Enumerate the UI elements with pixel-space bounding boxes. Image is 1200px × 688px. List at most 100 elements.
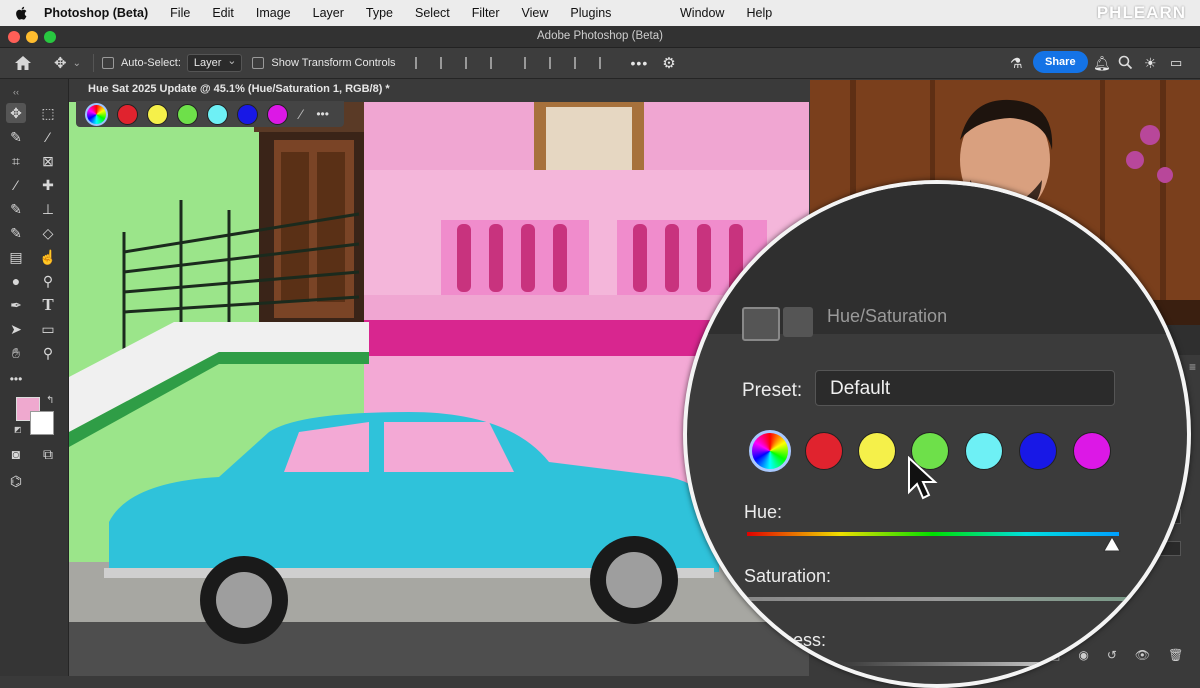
bulb-icon[interactable]: ☀ — [1144, 55, 1157, 72]
align-bottom-icon[interactable] — [573, 57, 589, 69]
mask-icon[interactable] — [783, 307, 813, 337]
menu-file[interactable]: File — [170, 6, 190, 20]
chevron-down-icon[interactable]: ⌄ — [73, 58, 81, 69]
magenta-swatch-zoomed[interactable] — [1073, 432, 1111, 470]
menu-filter[interactable]: Filter — [472, 6, 500, 20]
apple-icon[interactable] — [14, 5, 30, 21]
hue-slider-track[interactable] — [747, 532, 1119, 536]
gradient-tool-icon[interactable]: ▤ — [6, 247, 26, 267]
default-colors-icon[interactable]: ◩ — [14, 425, 22, 434]
crop-tool-icon[interactable]: ⌗ — [6, 151, 26, 171]
quick-select-tool-icon[interactable]: ✎ — [6, 127, 26, 147]
all-colors-swatch[interactable] — [85, 102, 108, 126]
transform-controls-checkbox[interactable] — [252, 57, 265, 69]
quick-mask-icon[interactable]: ◙ — [6, 444, 26, 464]
marquee-tool-icon[interactable]: ⬚ — [38, 103, 58, 123]
panels-icon[interactable]: ▭ — [1170, 55, 1182, 71]
adjustment-icon[interactable] — [742, 307, 780, 341]
menu-app-name[interactable]: Photoshop (Beta) — [44, 6, 148, 20]
auto-select-checkbox[interactable] — [101, 57, 114, 69]
align-top-icon[interactable] — [523, 57, 539, 69]
align-center-icon[interactable] — [439, 57, 455, 69]
panel-menu-icon[interactable]: ≡ — [1189, 360, 1196, 374]
trash-icon[interactable]: 🗑︎ — [1168, 648, 1183, 662]
green-swatch[interactable] — [177, 103, 198, 125]
red-swatch[interactable] — [117, 103, 138, 125]
lightness-slider-track[interactable] — [747, 662, 1127, 666]
mac-menubar: Photoshop (Beta) File Edit Image Layer T… — [0, 0, 1200, 26]
menu-edit[interactable]: Edit — [212, 6, 234, 20]
saturation-slider-track[interactable] — [747, 597, 1127, 601]
pen-tool-icon[interactable]: ✒ — [6, 295, 26, 315]
menu-window[interactable]: Window — [680, 6, 724, 20]
rectangle-tool-icon[interactable]: ▭ — [38, 319, 58, 339]
smudge-tool-icon[interactable]: ☝ — [38, 247, 58, 267]
eyedropper-tool-icon[interactable]: ⁄ — [6, 175, 26, 195]
hue-slider-thumb[interactable] — [1102, 536, 1121, 552]
menu-layer[interactable]: Layer — [313, 6, 344, 20]
magic-wand-tool-icon[interactable]: ⁄ — [38, 127, 58, 147]
type-tool-icon[interactable]: T — [38, 295, 58, 315]
frame-tool-icon[interactable]: ⊠ — [38, 151, 58, 171]
tools-panel: ‹‹ ✥ ⬚ ✎ ⁄ ⌗ ⊠ ⁄ ✚ ✎ ⊥ ✎ ◇ ▤ ☝ ● ⚲ ✒ T ➤… — [0, 79, 69, 676]
zoom-tool-icon[interactable]: ⚲ — [38, 343, 58, 363]
gear-icon[interactable]: ⚙ — [662, 54, 675, 72]
align-left-icon[interactable] — [414, 57, 430, 69]
eyedropper-icon[interactable]: ⁄ — [300, 106, 302, 122]
cyan-swatch[interactable] — [207, 103, 228, 125]
magenta-swatch[interactable] — [267, 103, 288, 125]
move-icon[interactable]: ✥ — [54, 54, 67, 72]
background-color-swatch[interactable] — [30, 411, 54, 435]
move-tool-icon[interactable]: ✥ — [6, 103, 26, 123]
eye-icon[interactable]: 👁︎ — [1135, 648, 1150, 662]
auto-select-label: Auto-Select: — [120, 57, 181, 69]
share-button[interactable]: Share — [1033, 51, 1088, 73]
auto-select-dropdown[interactable]: Layer — [186, 54, 243, 72]
home-icon[interactable] — [14, 55, 32, 71]
panel-title: Hue/Saturation — [827, 306, 948, 326]
blue-swatch[interactable] — [237, 103, 258, 125]
cyan-swatch-zoomed[interactable] — [965, 432, 1003, 470]
clone-stamp-tool-icon[interactable]: ⊥ — [38, 199, 58, 219]
healing-brush-tool-icon[interactable]: ✚ — [38, 175, 58, 195]
more-tools-icon[interactable]: ••• — [6, 369, 26, 389]
burn-tool-icon[interactable]: ⚲ — [38, 271, 58, 291]
preset-dropdown[interactable]: Default — [815, 370, 1115, 406]
eraser-tool-icon[interactable]: ◇ — [38, 223, 58, 243]
distribute-icon[interactable] — [489, 57, 505, 69]
more-swatch-options[interactable]: ••• — [316, 107, 329, 121]
hue-label: Hue: — [744, 502, 783, 522]
dodge-tool-icon[interactable]: ● — [6, 271, 26, 291]
path-select-tool-icon[interactable]: ➤ — [6, 319, 26, 339]
menu-select[interactable]: Select — [415, 6, 450, 20]
generative-icon[interactable]: ⌬ — [6, 471, 26, 491]
lightness-label: Lightness: — [744, 630, 827, 650]
view-previous-icon[interactable]: ◉ — [1078, 648, 1088, 662]
yellow-swatch-zoomed[interactable] — [858, 432, 896, 470]
align-middle-icon[interactable] — [548, 57, 564, 69]
phlearn-watermark: PHLEARN — [1096, 3, 1186, 22]
reset-icon[interactable]: ↺ — [1107, 648, 1117, 662]
distribute-vertical-icon[interactable] — [598, 57, 614, 69]
blue-swatch-zoomed[interactable] — [1019, 432, 1057, 470]
menu-type[interactable]: Type — [366, 6, 393, 20]
yellow-swatch[interactable] — [147, 103, 168, 125]
hand-icon[interactable]: ✋︎ — [6, 343, 26, 363]
menu-image[interactable]: Image — [256, 6, 291, 20]
align-right-icon[interactable] — [464, 57, 480, 69]
document-tab[interactable]: Hue Sat 2025 Update @ 45.1% (Hue/Saturat… — [80, 79, 808, 101]
collapse-icon[interactable]: ‹‹ — [6, 82, 26, 102]
all-colors-swatch-zoomed[interactable] — [749, 430, 791, 472]
bell-icon[interactable]: 🔔︎ — [1093, 55, 1111, 72]
brush-tool-icon[interactable]: ✎ — [6, 199, 26, 219]
screen-mode-icon[interactable]: ⧉ — [38, 444, 58, 464]
flask-icon[interactable]: ⚗ — [1010, 55, 1023, 72]
menu-plugins[interactable]: Plugins — [570, 6, 611, 20]
search-icon[interactable] — [1118, 55, 1133, 70]
more-options-icon[interactable]: ••• — [631, 55, 649, 71]
red-swatch-zoomed[interactable] — [805, 432, 843, 470]
menu-help[interactable]: Help — [746, 6, 772, 20]
history-brush-tool-icon[interactable]: ✎ — [6, 223, 26, 243]
menu-view[interactable]: View — [522, 6, 549, 20]
swap-colors-icon[interactable]: ↰ — [46, 395, 54, 406]
